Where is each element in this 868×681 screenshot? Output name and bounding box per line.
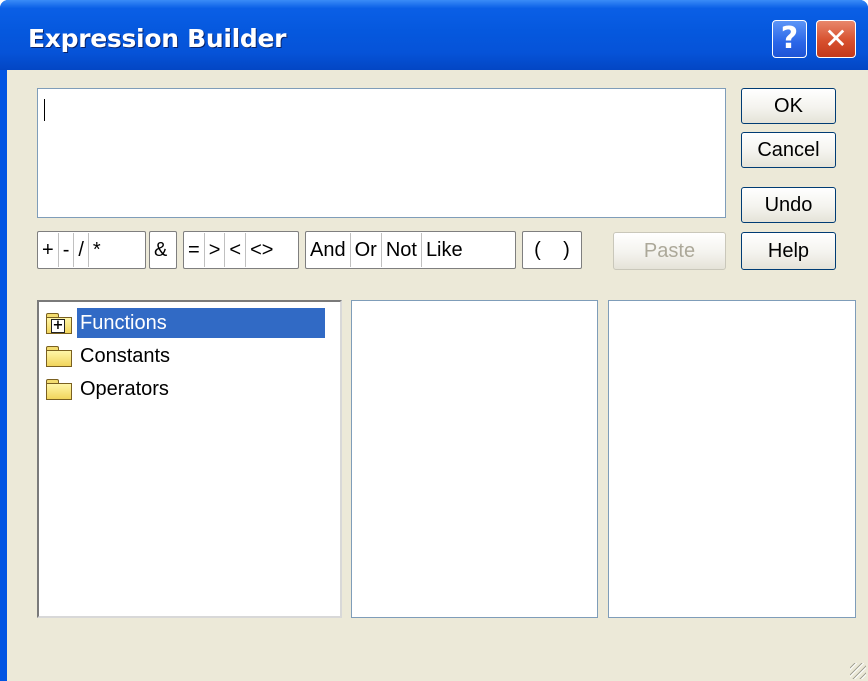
- operator-plus-button[interactable]: +: [38, 233, 59, 267]
- open-paren-button[interactable]: (: [530, 233, 545, 267]
- paste-button: Paste: [613, 232, 726, 270]
- arithmetic-operators: + - / *: [37, 231, 146, 269]
- tree-item-constants[interactable]: Constants: [46, 341, 173, 371]
- expression-input[interactable]: [37, 88, 726, 218]
- operator-minus-button[interactable]: -: [59, 233, 75, 267]
- title-bar[interactable]: Expression Builder ? ✕: [0, 0, 868, 70]
- tree-item-operators[interactable]: Operators: [46, 374, 172, 404]
- operator-or-button[interactable]: Or: [351, 233, 382, 267]
- operator-equals-button[interactable]: =: [184, 233, 205, 267]
- folder-icon: [46, 379, 72, 400]
- operator-less-button[interactable]: <: [225, 233, 247, 267]
- operator-concat-button[interactable]: &: [150, 233, 171, 267]
- ok-button[interactable]: OK: [741, 88, 836, 124]
- tree-item-label: Constants: [80, 345, 171, 367]
- element-list[interactable]: [608, 300, 856, 618]
- dialog-body: OK Cancel Undo Help Paste + - / * & = > …: [7, 70, 868, 681]
- help-button[interactable]: Help: [741, 232, 836, 270]
- comparison-operators: = > < <>: [183, 231, 299, 269]
- folder-plus-icon: +: [46, 313, 72, 334]
- text-caret: [44, 99, 45, 121]
- close-button[interactable]: ✕: [816, 20, 856, 58]
- tree-item-functions[interactable]: + Functions: [46, 308, 325, 338]
- subcategory-list[interactable]: [351, 300, 598, 618]
- help-title-button[interactable]: ?: [772, 20, 807, 58]
- resize-grip[interactable]: [850, 663, 866, 679]
- tree-item-label: Functions: [77, 308, 325, 338]
- folder-icon: [46, 346, 72, 367]
- logical-operators: And Or Not Like: [305, 231, 516, 269]
- operator-multiply-button[interactable]: *: [89, 233, 105, 267]
- undo-button[interactable]: Undo: [741, 187, 836, 223]
- operator-divide-button[interactable]: /: [74, 233, 89, 267]
- operator-greater-button[interactable]: >: [205, 233, 226, 267]
- paren-operators: ( ): [522, 231, 582, 269]
- window-title: Expression Builder: [28, 24, 287, 53]
- operator-not-equal-button[interactable]: <>: [246, 233, 277, 267]
- operator-not-button[interactable]: Not: [382, 233, 422, 267]
- category-tree[interactable]: + Functions Constants Operators: [37, 300, 342, 618]
- tree-item-label: Operators: [80, 378, 169, 400]
- concat-operators: &: [149, 231, 177, 269]
- operator-and-button[interactable]: And: [306, 233, 351, 267]
- cancel-button[interactable]: Cancel: [741, 132, 836, 168]
- close-paren-button[interactable]: ): [559, 233, 574, 267]
- expression-builder-window: Expression Builder ? ✕ OK Cancel Undo He…: [0, 0, 868, 681]
- operator-like-button[interactable]: Like: [422, 233, 467, 267]
